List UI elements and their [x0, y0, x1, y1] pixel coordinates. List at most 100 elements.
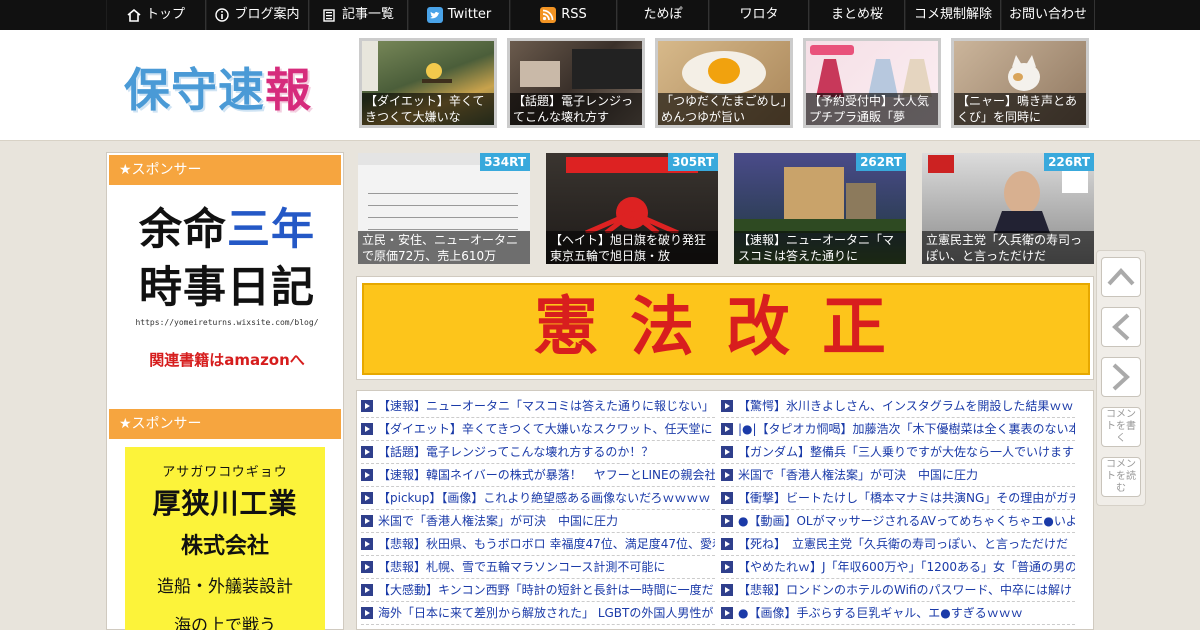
thumbnail-image	[1008, 55, 1040, 91]
list-item[interactable]: 【大感動】キンコン西野「時計の短針と長針は一時間に一度だ	[361, 579, 715, 602]
arrow-bullet-icon	[361, 469, 373, 481]
popular-article-card[interactable]: 305RT 【ヘイト】旭日旗を破り発狂 東京五輪で旭日旗・放	[546, 153, 718, 264]
header-thumb-article[interactable]: 【ダイエット】辛くてきつくて大嫌いな	[359, 38, 497, 128]
ad-company-kana: アサガワコウギョウ	[162, 465, 288, 480]
card-caption: 【速報】ニューオータニ「マスコミは答えた通りに	[734, 231, 906, 264]
list-item[interactable]: 【やめたれｗ】J「年収600万や」「1200ある」女「普通の男の	[721, 556, 1075, 579]
card-caption: 立民・安住、ニューオータニで原価72万、売上610万	[358, 231, 530, 264]
site-logo[interactable]: 保守速報	[124, 54, 312, 120]
nav-item-rss[interactable]: RSS	[510, 0, 617, 30]
arrow-bullet-icon	[721, 400, 733, 412]
logo-text-accent: 報	[265, 63, 312, 117]
list-item-title: 【pickup】【画像】これより絶望感ある画像ないだろｗｗｗｗ	[378, 491, 711, 505]
nav-item-label: トップ	[145, 7, 185, 22]
chevron-right-icon	[1112, 363, 1130, 391]
thumbnail-image	[682, 51, 766, 95]
list-item[interactable]: 【衝撃】ビートたけし「橋本マナミは共演NG」その理由がガチ	[721, 487, 1075, 510]
arrow-bullet-icon	[361, 515, 373, 527]
thumb-caption: 【ダイエット】辛くてきつくて大嫌いな	[362, 93, 494, 125]
constitution-banner[interactable]: 憲法改正	[356, 276, 1094, 380]
list-item[interactable]: 【pickup】【画像】これより絶望感ある画像ないだろｗｗｗｗ	[361, 487, 715, 510]
sponsor-ad-yomei[interactable]: 余命三年 時事日記 https://yomeireturns.wixsite.c…	[129, 201, 325, 370]
ad-company-name: 厚狭川工業	[152, 487, 298, 520]
list-item-title: 【ガンダム】整備兵「三人乗りですが大佐なら一人でいけます	[738, 445, 1075, 459]
list-item[interactable]: ●【画像】手ぶらする巨乳ギャル、エ●すぎるｗｗｗ	[721, 602, 1075, 625]
list-item-title: 【ダイエット】辛くてきつくて大嫌いなスクワット、任天堂に	[378, 422, 713, 436]
read-comment-label: コメントを読む	[1106, 459, 1136, 494]
header-thumb-article[interactable]: 【話題】電子レンジってこんな壊れ方す	[507, 38, 645, 128]
ad-subheadline: 時事日記	[139, 263, 315, 313]
list-item[interactable]: 【死ね】 立憲民主党「久兵衛の寿司っぽい、と言っただけだ	[721, 533, 1075, 556]
read-comment-button[interactable]: コメントを読む	[1101, 457, 1141, 497]
list-item[interactable]: 【速報】ニューオータニ「マスコミは答えた通りに報じない」	[361, 395, 715, 418]
header-thumb-article[interactable]: 「つゆだくたまごめし」めんつゆが旨い	[655, 38, 793, 128]
top-navigation-bar: トップ ブログ案内 記事一覧 Twitter RSS ためぽ ワロタ まとめ桜 …	[0, 0, 1200, 30]
list-item[interactable]: 【ガンダム】整備兵「三人乗りですが大佐なら一人でいけます	[721, 441, 1075, 464]
list-item-title: 【死ね】 立憲民主党「久兵衛の寿司っぽい、と言っただけだ	[738, 537, 1069, 551]
popular-article-card[interactable]: 534RT 立民・安住、ニューオータニで原価72万、売上610万	[358, 153, 530, 264]
nav-item-twitter[interactable]: Twitter	[408, 0, 510, 30]
arrow-bullet-icon	[361, 538, 373, 550]
retweet-count-badge: 305RT	[668, 153, 718, 171]
list-item[interactable]: 【驚愕】氷川きよしさん、インスタグラムを開設した結果ｗｗ	[721, 395, 1075, 418]
arrow-bullet-icon	[721, 584, 733, 596]
list-item[interactable]: 【悲報】秋田県、もうボロボロ 幸福度47位、満足度47位、愛着	[361, 533, 715, 556]
list-item[interactable]: |●|【タピオカ恫喝】加藤浩次「木下優樹菜は全く裏表のない本	[721, 418, 1075, 441]
arrow-bullet-icon	[361, 584, 373, 596]
card-caption: 立憲民主党「久兵衛の寿司っぽい、と言っただけだ	[922, 231, 1094, 264]
list-item[interactable]: 米国で「香港人権法案」が可決 中国に圧力	[361, 510, 715, 533]
nav-item-matome-sakura[interactable]: まとめ桜	[809, 0, 905, 30]
retweet-count-badge: 534RT	[480, 153, 530, 171]
article-list-left: 【速報】ニューオータニ「マスコミは答えた通りに報じない」【ダイエット】辛くてきつ…	[361, 395, 715, 625]
list-item[interactable]: 【悲報】札幌、雪で五輪マラソンコース計測不可能に	[361, 556, 715, 579]
list-item[interactable]: 海外「日本に来て差別から解放された」 LGBTの外国人男性が	[361, 602, 715, 625]
list-item[interactable]: 【話題】電子レンジってこんな壊れ方するのか！？	[361, 441, 715, 464]
list-item-title: 米国で「香港人権法案」が可決 中国に圧力	[378, 514, 619, 528]
banner-text: 憲法改正	[362, 283, 1090, 375]
nav-item-label: お問い合わせ	[1008, 7, 1087, 22]
floating-tools: コメントを書く コメントを読む	[1096, 250, 1146, 506]
list-item[interactable]: 【ダイエット】辛くてきつくて大嫌いなスクワット、任天堂に	[361, 418, 715, 441]
list-item[interactable]: ●【動画】OLがマッサージされるAVってめちゃくちゃエ●いよ	[721, 510, 1075, 533]
nav-item-tamepo[interactable]: ためぽ	[617, 0, 709, 30]
list-icon	[323, 8, 335, 22]
nav-item-top[interactable]: トップ	[106, 0, 206, 30]
list-item-title: 【悲報】札幌、雪で五輪マラソンコース計測不可能に	[378, 560, 666, 574]
thumb-caption: 【話題】電子レンジってこんな壊れ方す	[510, 93, 642, 125]
header-thumb-article[interactable]: 【予約受付中】大人気プチプラ通販「夢	[803, 38, 941, 128]
arrow-bullet-icon	[721, 561, 733, 573]
nav-item-blog-guide[interactable]: ブログ案内	[206, 0, 309, 30]
arrow-bullet-icon	[721, 423, 733, 435]
popular-article-card[interactable]: 262RT 【速報】ニューオータニ「マスコミは答えた通りに	[734, 153, 906, 264]
previous-article-button[interactable]	[1101, 307, 1141, 347]
sponsor-ad-asagawa[interactable]: アサガワコウギョウ 厚狭川工業 株式会社 造船・外艤装設計 海の上で戦う	[125, 447, 325, 630]
list-item[interactable]: 米国で「香港人権法案」が可決 中国に圧力	[721, 464, 1075, 487]
thumbnail-image	[810, 45, 932, 97]
nav-item-label: ワロタ	[739, 7, 779, 22]
header-thumb-article[interactable]: 【ニャー】鳴き声とあくび」を同時に	[951, 38, 1089, 128]
list-item-title: 【やめたれｗ】J「年収600万や」「1200ある」女「普通の男の	[738, 560, 1075, 574]
arrow-bullet-icon	[721, 446, 733, 458]
thumb-caption: 【予約受付中】大人気プチプラ通販「夢	[806, 93, 938, 125]
thumb-caption: 「つゆだくたまごめし」めんつゆが旨い	[658, 93, 790, 125]
rss-icon	[540, 7, 557, 23]
list-item[interactable]: 【速報】韓国ネイバーの株式が暴落！ ヤフーとLINEの親会社	[361, 464, 715, 487]
arrow-bullet-icon	[361, 492, 373, 504]
twitter-icon	[426, 7, 443, 23]
scroll-top-button[interactable]	[1101, 257, 1141, 297]
nav-item-warota[interactable]: ワロタ	[709, 0, 809, 30]
nav-item-label: ブログ案内	[234, 7, 300, 22]
list-item-title: 【衝撃】ビートたけし「橋本マナミは共演NG」その理由がガチ	[738, 491, 1075, 505]
nav-item-contact[interactable]: お問い合わせ	[1001, 0, 1095, 30]
article-list-right: 【驚愕】氷川きよしさん、インスタグラムを開設した結果ｗｗ |●|【タピオカ恫喝】加…	[721, 395, 1075, 625]
sidebar: ★スポンサー 余命三年 時事日記 https://yomeireturns.wi…	[106, 152, 344, 630]
arrow-bullet-icon	[721, 538, 733, 550]
list-item[interactable]: 【悲報】ロンドンのホテルのWifiのパスワード、中卒には解け	[721, 579, 1075, 602]
write-comment-button[interactable]: コメントを書く	[1101, 407, 1141, 447]
nav-item-comment-unblock[interactable]: コメ規制解除	[905, 0, 1001, 30]
next-article-button[interactable]	[1101, 357, 1141, 397]
ad-tagline: 海の上で戦う	[174, 616, 276, 630]
nav-item-article-list[interactable]: 記事一覧	[309, 0, 408, 30]
popular-article-card[interactable]: 226RT 立憲民主党「久兵衛の寿司っぽい、と言っただけだ	[922, 153, 1094, 264]
nav-item-label: 記事一覧	[341, 7, 394, 22]
